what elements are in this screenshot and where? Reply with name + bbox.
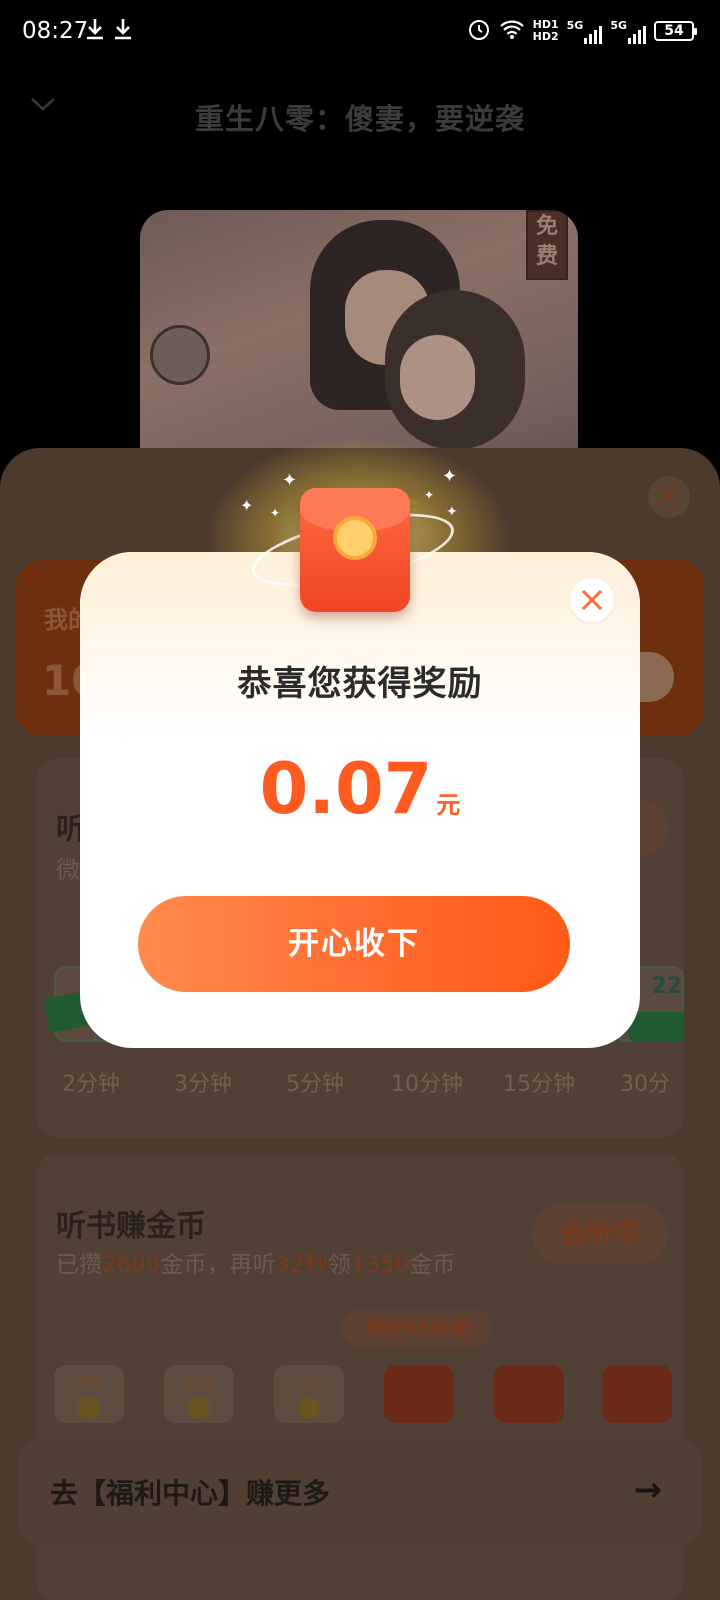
step-last-tag [628,1012,684,1042]
battery-icon: 54 [654,21,697,41]
task1-subtitle: 微 [56,856,80,884]
coin-icon [298,1397,320,1419]
task2-subtitle: 已攒2600金币，再听32秒领1350金币 [56,1252,456,1278]
alarm-icon [467,17,491,45]
reward-amount-group: 0.07 元 [80,748,640,830]
coin-value: 800 [182,1373,216,1393]
status-time: 08:27 [22,18,89,44]
step-label: 3分钟 [174,1072,232,1097]
claim-reward-button[interactable]: 开心收下 [138,896,570,992]
arrow-right-icon: → [633,1470,663,1510]
close-icon [660,486,678,504]
reward-amount: 0.07 [259,748,433,830]
cover-seal [150,325,210,385]
step-label: 5分钟 [286,1072,344,1097]
sparkle-icon: ✦ [442,466,458,487]
sheet-close-button[interactable] [648,476,690,518]
coin-icon [78,1397,100,1419]
close-icon [581,589,603,611]
download-icon [86,18,104,46]
status-bar: 08:27 HD1 HD2 5G 5G 54 [0,0,720,66]
step-label: 30分 [620,1072,670,1097]
step-label: 10分钟 [391,1072,463,1097]
red-envelope-reward[interactable] [602,1365,672,1423]
download-icon [114,18,132,46]
coin-reward-item[interactable]: 700 [54,1365,124,1423]
signal-icon: 5G [610,19,646,44]
reward-modal: 恭喜您获得奖励 0.07 元 开心收下 [80,552,640,1048]
reward-unit: 元 [436,791,461,819]
coin-icon [188,1397,210,1419]
sparkle-icon: ✦ [424,488,435,502]
network-label: 5G [610,18,627,32]
hd2-label: HD2 [532,30,559,43]
free-badge: 免费 [526,210,568,280]
network-label: 5G [566,18,584,32]
reward-heading: 恭喜您获得奖励 [237,664,483,704]
clock-icon [333,516,377,560]
countdown-bubble: 再听33秒领 [342,1309,492,1347]
step-label: 15分钟 [503,1072,575,1097]
player-header: 重生八零：傻妻，要逆袭 [0,88,720,138]
coin-value: 700 [72,1373,106,1393]
go-listen-button[interactable]: 去听书 [532,1203,668,1265]
sparkle-icon: ✦ [240,496,254,515]
book-title: 重生八零：傻妻，要逆袭 [194,102,525,136]
battery-level: 54 [664,23,684,39]
step-label: 2分钟 [62,1072,120,1097]
hd-indicator: HD1 HD2 [533,19,559,43]
welfare-center-link[interactable]: 去【福利中心】赚更多 → [18,1438,702,1546]
sparkle-icon: ✦ [282,470,298,491]
red-envelope-reward[interactable] [494,1365,564,1423]
coin-reward-item[interactable]: 1100 [274,1365,344,1423]
coin-value: 1100 [287,1373,331,1393]
modal-close-button[interactable] [570,578,614,622]
red-envelope-reward[interactable] [384,1365,454,1423]
red-envelope-icon [300,488,410,612]
wifi-icon [499,18,525,44]
sparkle-icon: ✦ [270,506,281,520]
coin-reward-item[interactable]: 800 [164,1365,234,1423]
step-last-value: 22 [651,974,682,999]
task2-title: 听书赚金币 [56,1209,206,1244]
welfare-center-label: 去【福利中心】赚更多 [50,1477,331,1510]
sparkle-icon: ✦ [446,504,458,520]
signal-icon: 5G [567,19,603,44]
coin-rewards: 700 800 1100 [36,1365,684,1425]
